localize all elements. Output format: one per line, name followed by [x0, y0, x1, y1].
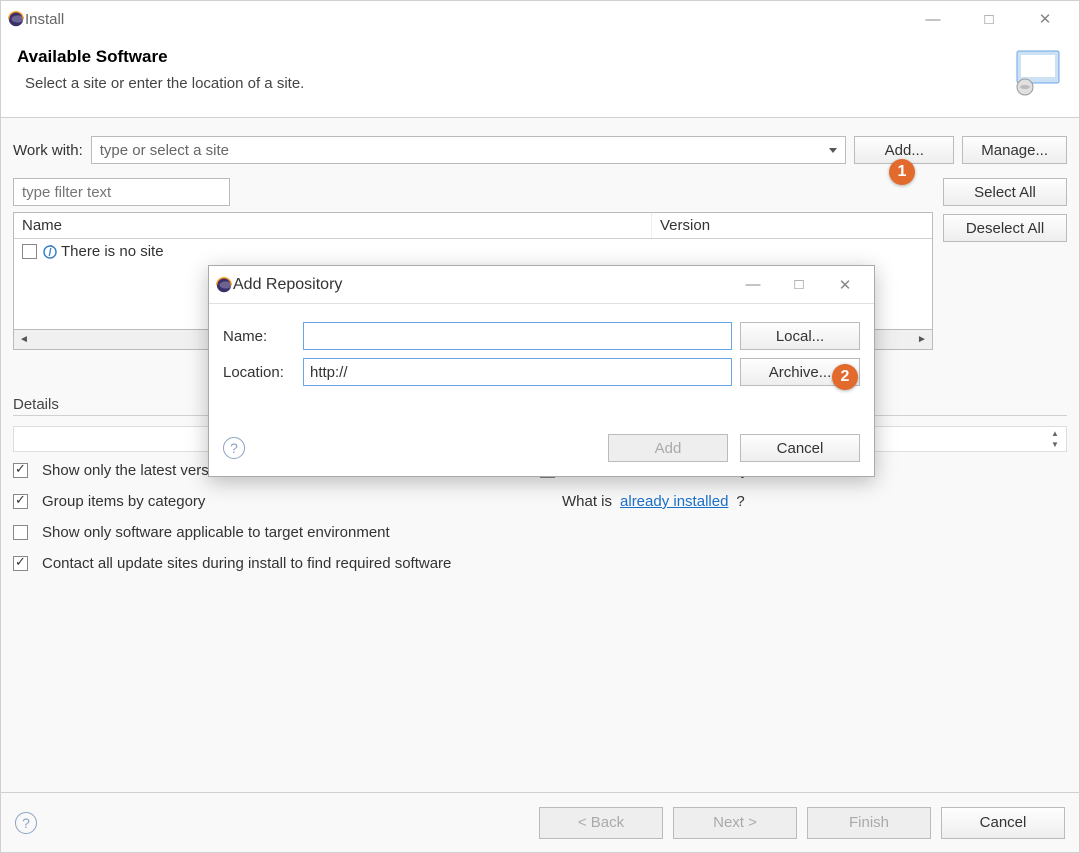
option-group-category[interactable]: Group items by category: [13, 493, 540, 510]
help-icon: ?: [15, 812, 37, 834]
help-icon: ?: [223, 437, 245, 459]
deselect-all-button[interactable]: Deselect All: [943, 214, 1067, 242]
dialog-help-button[interactable]: ?: [223, 437, 245, 459]
location-label: Location:: [223, 364, 295, 381]
hint-prefix: What is: [562, 493, 612, 510]
spin-up-icon[interactable]: ▲: [1046, 429, 1064, 440]
option-contact-sites[interactable]: Contact all update sites during install …: [13, 555, 1067, 572]
info-icon: i: [43, 245, 57, 259]
table-row[interactable]: i There is no site: [14, 239, 932, 264]
already-installed-link[interactable]: already installed: [620, 493, 728, 510]
option-label: Show only software applicable to target …: [42, 524, 390, 541]
option-target-env[interactable]: Show only software applicable to target …: [13, 524, 540, 541]
manage-sites-button[interactable]: Manage...: [962, 136, 1067, 164]
page-subtitle: Select a site or enter the location of a…: [17, 75, 1011, 92]
dialog-maximize-button[interactable]: □: [776, 269, 822, 301]
dialog-minimize-button[interactable]: —: [730, 269, 776, 301]
svg-text:i: i: [48, 245, 52, 259]
scroll-right-icon[interactable]: ►: [914, 332, 930, 348]
option-label: Group items by category: [42, 493, 205, 510]
window-title: Install: [25, 11, 64, 28]
annotation-badge-1: 1: [889, 159, 915, 185]
local-button[interactable]: Local...: [740, 322, 860, 350]
titlebar: Install — □ ✕: [1, 1, 1079, 37]
filter-input[interactable]: [13, 178, 230, 206]
work-with-row: Work with: type or select a site Add... …: [13, 136, 1067, 164]
row-checkbox[interactable]: [22, 244, 37, 259]
checkbox[interactable]: [13, 463, 28, 478]
add-repository-dialog: Add Repository — □ ✕ Name: Local... Loca…: [208, 265, 875, 477]
select-all-button[interactable]: Select All: [943, 178, 1067, 206]
col-version[interactable]: Version: [652, 213, 932, 238]
scroll-left-icon[interactable]: ◄: [16, 332, 32, 348]
details-label: Details: [13, 396, 63, 416]
help-button[interactable]: ?: [15, 812, 37, 834]
col-name[interactable]: Name: [14, 213, 652, 238]
checkbox[interactable]: [13, 525, 28, 540]
cancel-button[interactable]: Cancel: [941, 807, 1065, 839]
already-installed-hint: What is already installed?: [540, 493, 1067, 510]
window-controls: — □ ✕: [905, 3, 1073, 35]
checkbox[interactable]: [13, 494, 28, 509]
name-input[interactable]: [303, 322, 732, 350]
back-button[interactable]: < Back: [539, 807, 663, 839]
wizard-header: Available Software Select a site or ente…: [1, 37, 1079, 118]
work-with-label: Work with:: [13, 142, 83, 159]
checkbox[interactable]: [13, 556, 28, 571]
table-header: Name Version: [14, 213, 932, 239]
location-input[interactable]: [303, 358, 732, 386]
eclipse-icon: [215, 276, 233, 294]
dialog-add-button[interactable]: Add: [608, 434, 728, 462]
dialog-cancel-button[interactable]: Cancel: [740, 434, 860, 462]
maximize-button[interactable]: □: [961, 3, 1017, 35]
install-wizard-icon: [1011, 47, 1063, 99]
next-button[interactable]: Next >: [673, 807, 797, 839]
spin-down-icon[interactable]: ▼: [1046, 440, 1064, 451]
minimize-button[interactable]: —: [905, 3, 961, 35]
eclipse-icon: [7, 10, 25, 28]
close-button[interactable]: ✕: [1017, 3, 1073, 35]
dialog-titlebar: Add Repository — □ ✕: [209, 266, 874, 304]
finish-button[interactable]: Finish: [807, 807, 931, 839]
wizard-footer: ? < Back Next > Finish Cancel: [1, 792, 1079, 852]
details-spinner[interactable]: ▲ ▼: [1046, 429, 1064, 451]
empty-message: There is no site: [61, 243, 164, 260]
option-label: Contact all update sites during install …: [42, 555, 451, 572]
page-title: Available Software: [17, 47, 1011, 67]
dialog-close-button[interactable]: ✕: [822, 269, 868, 301]
options-grid: Show only the latest versions of availab…: [13, 462, 1067, 572]
work-with-combo[interactable]: type or select a site: [91, 136, 847, 164]
name-label: Name:: [223, 328, 295, 345]
hint-suffix: ?: [736, 493, 744, 510]
annotation-badge-2: 2: [832, 364, 858, 390]
dialog-title: Add Repository: [233, 276, 342, 294]
